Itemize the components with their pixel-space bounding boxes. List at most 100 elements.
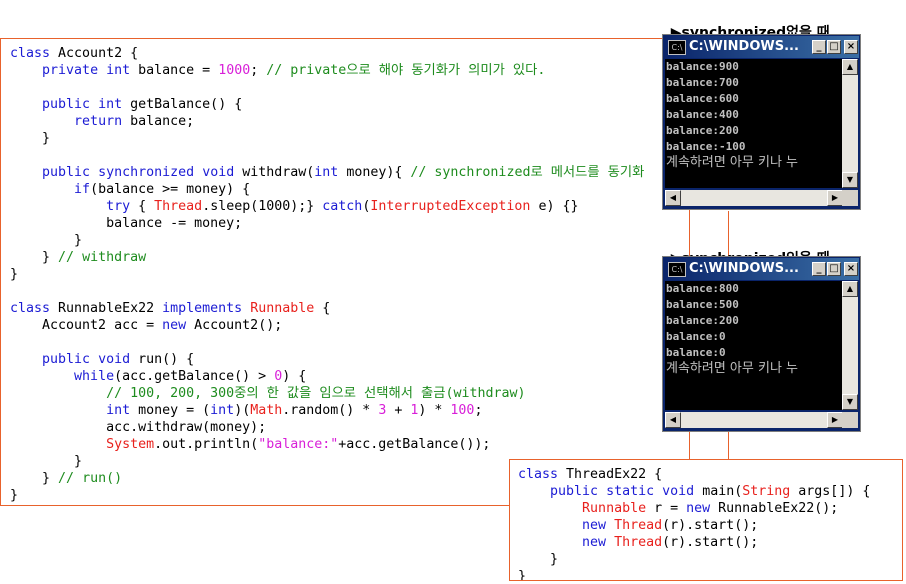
code-token: balance -= money; — [10, 216, 243, 231]
minimize-button[interactable]: _ — [812, 40, 826, 54]
main-code-panel: class Account2 { private int balance = 1… — [0, 38, 690, 506]
code-token: int — [106, 403, 131, 418]
console-line: balance:400 — [666, 108, 739, 121]
code-line: ​ — [10, 79, 689, 96]
code-token: .random() * — [282, 403, 379, 418]
code-token: RunnableEx22(); — [710, 501, 839, 516]
title-bar[interactable]: C:\ C:\WINDOWS... _ □ × — [664, 36, 859, 58]
code-line: ​ — [10, 283, 689, 300]
code-token: class — [10, 301, 51, 316]
code-token: Account2 acc = — [10, 318, 163, 333]
horizontal-scrollbar[interactable]: ◀ ▶ — [665, 412, 843, 428]
code-token: class — [10, 46, 51, 61]
code-token: while — [74, 369, 115, 384]
horizontal-scrollbar[interactable]: ◀ ▶ — [665, 190, 843, 206]
code-token: class — [518, 467, 559, 482]
console-window-with-sync[interactable]: C:\ C:\WINDOWS... _ □ × balance:800 balan… — [662, 256, 861, 432]
code-line: ​ — [10, 147, 689, 164]
console-line: balance:800 — [666, 282, 739, 295]
vertical-scrollbar[interactable]: ▲ ▼ — [842, 281, 858, 410]
code-token: String — [742, 484, 791, 499]
code-line: } — [10, 130, 689, 147]
code-token: (balance >= money) { — [90, 182, 251, 197]
cmd-icon: C:\ — [668, 262, 686, 277]
console-line: balance:200 — [666, 124, 739, 137]
title-bar[interactable]: C:\ C:\WINDOWS... _ □ × — [664, 258, 859, 280]
code-line: int money = (int)(Math.random() * 3 + 1)… — [10, 402, 689, 419]
code-line: // 100, 200, 300중의 한 값을 임으로 선택해서 출금(with… — [10, 385, 689, 402]
scroll-up-icon[interactable]: ▲ — [842, 281, 858, 297]
maximize-button[interactable]: □ — [827, 40, 841, 54]
code-line: ​ — [10, 334, 689, 351]
code-token: )( — [234, 403, 251, 418]
code-line: if(balance >= money) { — [10, 181, 689, 198]
code-token: public — [42, 352, 91, 367]
code-token: Math — [250, 403, 283, 418]
code-token: InterruptedException — [370, 199, 531, 214]
code-token: public — [42, 165, 91, 180]
code-token: main( — [694, 484, 743, 499]
scroll-down-icon[interactable]: ▼ — [842, 394, 858, 410]
code-token: private — [42, 63, 99, 78]
code-token: (r).start(); — [662, 535, 759, 550]
code-token: { — [130, 199, 155, 214]
code-line: } — [518, 568, 902, 580]
code-token: (r).start(); — [662, 518, 759, 533]
code-line: } — [10, 232, 689, 249]
code-token: 100 — [450, 403, 475, 418]
console-line: balance:700 — [666, 76, 739, 89]
code-token: RunnableEx22 — [50, 301, 163, 316]
code-token: withdraw( — [234, 165, 315, 180]
scroll-right-icon[interactable]: ▶ — [827, 412, 843, 428]
code-token: public — [42, 97, 91, 112]
console-window-without-sync[interactable]: C:\ C:\WINDOWS... _ □ × balance:900 balan… — [662, 34, 861, 210]
console-prompt: 계속하려면 아무 키나 누 — [666, 361, 798, 376]
console-line: balance:500 — [666, 298, 739, 311]
scroll-up-icon[interactable]: ▲ — [842, 59, 858, 75]
code-token: args[]) { — [790, 484, 871, 499]
code-token: // withdraw — [58, 250, 147, 265]
console-prompt: 계속하려면 아무 키나 누 — [666, 155, 798, 170]
minimize-button[interactable]: _ — [812, 262, 826, 276]
maximize-button[interactable]: □ — [827, 262, 841, 276]
code-token: Runnable — [250, 301, 315, 316]
code-token: new — [582, 518, 607, 533]
code-token: .sleep(1000);} — [202, 199, 323, 214]
vertical-scrollbar[interactable]: ▲ ▼ — [842, 59, 858, 188]
scroll-down-icon[interactable]: ▼ — [842, 172, 858, 188]
code-line: while(acc.getBalance() > 0) { — [10, 368, 689, 385]
code-line: public synchronized void withdraw(int mo… — [10, 164, 689, 181]
code-token: } — [10, 471, 59, 486]
close-button[interactable]: × — [844, 40, 858, 54]
scroll-left-icon[interactable]: ◀ — [665, 412, 681, 428]
code-token: } — [10, 131, 51, 146]
code-token: // private으로 해야 동기화가 의미가 있다. — [266, 63, 546, 78]
code-token: getBalance() { — [122, 97, 243, 112]
console-output: balance:900 balance:700 balance:600 balance… — [665, 59, 843, 188]
code-token: run() { — [130, 352, 195, 367]
scroll-left-icon[interactable]: ◀ — [665, 190, 681, 206]
code-token: + — [386, 403, 411, 418]
code-line: return balance; — [10, 113, 689, 130]
code-line: class Account2 { — [10, 45, 689, 62]
code-token: new — [686, 501, 711, 516]
close-button[interactable]: × — [844, 262, 858, 276]
scroll-corner — [842, 190, 858, 206]
code-token: void — [662, 484, 695, 499]
scroll-right-icon[interactable]: ▶ — [827, 190, 843, 206]
code-token: Runnable — [582, 501, 647, 516]
